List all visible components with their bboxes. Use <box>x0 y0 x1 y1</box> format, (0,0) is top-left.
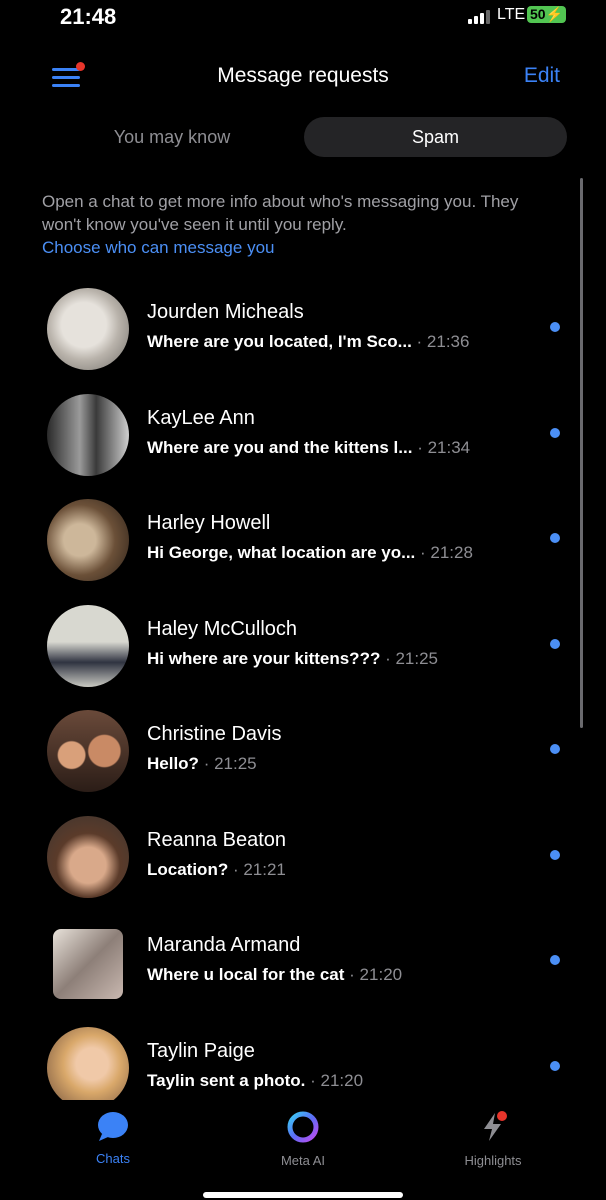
message-time: · 21:20 <box>310 1070 364 1090</box>
nav-meta-ai[interactable]: Meta AI <box>243 1110 363 1168</box>
battery-icon: 50⚡ <box>527 6 567 23</box>
nav-highlights-label: Highlights <box>464 1153 522 1168</box>
avatar <box>47 604 129 687</box>
nav-meta-ai-label: Meta AI <box>280 1153 326 1168</box>
preview-text: Taylin sent a photo. <box>147 1070 306 1090</box>
avatar <box>53 929 123 999</box>
contact-name: Jourden Micheals <box>147 301 304 323</box>
message-preview: Where u local for the cat · 21:20 <box>147 965 402 985</box>
message-preview: Hi George, what location are yo... · 21:… <box>147 543 473 563</box>
status-bar: 21:48 LTE 50⚡ <box>0 0 606 34</box>
preview-text: Hi where are your kittens??? <box>147 648 381 668</box>
conversation-row[interactable]: Maranda Armand Where u local for the cat… <box>0 921 606 1027</box>
message-time: · 21:28 <box>420 543 473 562</box>
page-title: Message requests <box>217 64 389 87</box>
unread-dot <box>550 955 560 965</box>
contact-name: Reanna Beaton <box>147 828 287 851</box>
avatar <box>47 815 129 898</box>
contact-name: Christine Davis <box>147 723 282 745</box>
unread-dot <box>550 427 560 438</box>
contact-name: Taylin Paige <box>147 1039 255 1062</box>
conversation-row[interactable]: Harley Howell Hi George, what location a… <box>0 499 606 605</box>
avatar <box>47 499 129 581</box>
avatar <box>47 1026 129 1109</box>
header: Message requests Edit <box>0 56 606 96</box>
preview-text: Where are you and the kittens l... <box>147 437 413 457</box>
tab-you-may-know[interactable]: You may know <box>40 117 304 157</box>
conversation-row[interactable]: Reanna Beaton Location? · 21:21 <box>0 815 606 922</box>
home-indicator <box>203 1192 403 1198</box>
unread-dot <box>550 1060 560 1071</box>
nav-highlights[interactable]: Highlights <box>433 1110 553 1168</box>
avatar <box>47 288 129 370</box>
preview-text: Hello? <box>147 754 199 773</box>
nav-chats[interactable]: Chats <box>53 1110 173 1166</box>
conversation-row[interactable]: Haley McCulloch Hi where are your kitten… <box>0 604 606 711</box>
message-preview: Where are you located, I'm Sco... · 21:3… <box>147 332 469 352</box>
conversation-row[interactable]: Christine Davis Hello? · 21:25 <box>0 710 606 816</box>
bottom-nav: Chats Meta AI Highlights <box>0 1100 606 1200</box>
message-preview: Location? · 21:21 <box>147 860 286 880</box>
message-time: · 21:21 <box>232 859 286 879</box>
unread-dot <box>550 322 560 332</box>
contact-name: KayLee Ann <box>147 406 255 429</box>
message-time: · 21:34 <box>417 437 471 457</box>
conversation-row[interactable]: KayLee Ann Where are you and the kittens… <box>0 393 606 500</box>
contact-name: Haley McCulloch <box>147 617 298 640</box>
message-time: · 21:20 <box>349 965 403 984</box>
preview-text: Location? <box>147 859 229 879</box>
conversation-row[interactable]: Jourden Micheals Where are you located, … <box>0 288 606 394</box>
avatar <box>47 710 129 792</box>
unread-dot <box>550 849 560 860</box>
battery-level: 50 <box>530 6 546 22</box>
status-time: 21:48 <box>60 4 117 29</box>
nav-chats-label: Chats <box>96 1151 130 1166</box>
message-time: · 21:25 <box>203 754 257 773</box>
preview-text: Where are you located, I'm Sco... <box>147 332 412 351</box>
network-label: LTE <box>497 6 526 23</box>
tab-spam[interactable]: Spam <box>304 117 567 157</box>
unread-dot <box>550 638 560 649</box>
contact-name: Maranda Armand <box>147 934 301 956</box>
message-preview: Hi where are your kittens??? · 21:25 <box>147 649 438 669</box>
avatar <box>47 393 129 476</box>
edit-button[interactable]: Edit <box>524 64 560 88</box>
choose-who-can-message-link[interactable]: Choose who can message you <box>42 236 562 259</box>
conversation-list: Jourden Micheals Where are you located, … <box>0 288 606 1132</box>
message-preview: Taylin sent a photo. · 21:20 <box>147 1071 363 1091</box>
chat-bubble-icon <box>98 1112 128 1141</box>
request-tabs: You may know Spam <box>40 117 567 157</box>
message-preview: Where are you and the kittens l... · 21:… <box>147 438 470 458</box>
unread-dot <box>550 533 560 543</box>
preview-text: Where u local for the cat <box>147 965 345 984</box>
message-time: · 21:36 <box>416 332 470 351</box>
message-preview: Hello? · 21:25 <box>147 754 257 774</box>
signal-icon <box>468 10 490 24</box>
contact-name: Harley Howell <box>147 512 271 534</box>
meta-ai-ring-icon <box>287 1111 319 1143</box>
info-panel: Open a chat to get more info about who's… <box>42 190 562 259</box>
preview-text: Hi George, what location are yo... <box>147 543 416 562</box>
lightning-icon <box>484 1111 507 1141</box>
notification-dot <box>497 1111 507 1121</box>
info-text: Open a chat to get more info about who's… <box>42 192 519 234</box>
unread-dot <box>550 744 560 754</box>
message-time: · 21:25 <box>385 648 439 668</box>
